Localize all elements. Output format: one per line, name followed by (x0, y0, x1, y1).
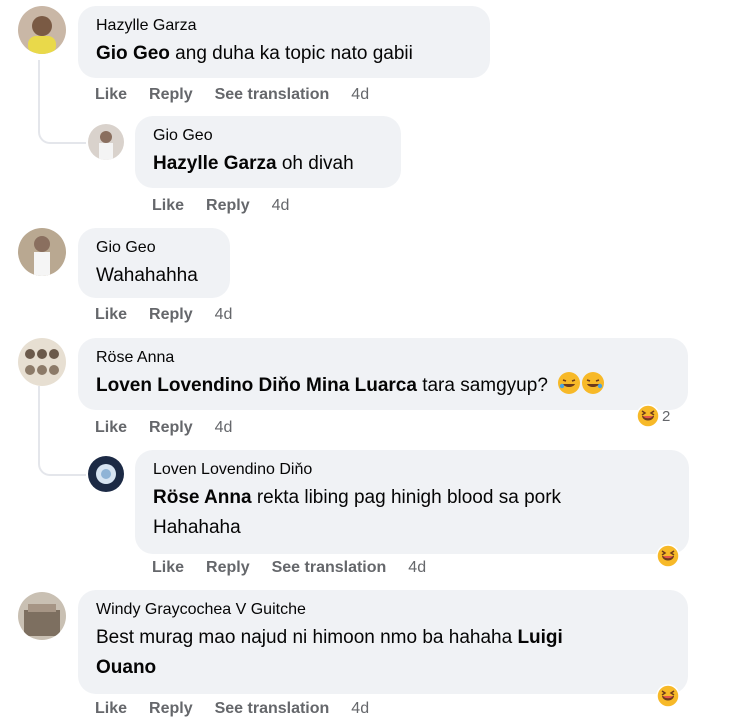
avatar-image (88, 124, 124, 160)
comment-text: Gio Geo ang duha ka topic nato gabii (96, 39, 472, 69)
comment-actions: Like Reply 4d (95, 419, 254, 437)
timestamp[interactable]: 4d (408, 559, 426, 577)
mention-link[interactable]: Ouano (96, 657, 156, 678)
comment-author[interactable]: Windy Graycochea V Guitche (96, 600, 670, 620)
comment-author[interactable]: Hazylle Garza (96, 16, 472, 36)
avatar[interactable] (18, 6, 66, 54)
see-translation-button[interactable]: See translation (215, 700, 330, 718)
comment-text: Best murag mao najud ni himoon nmo ba ha… (96, 623, 670, 653)
avatar[interactable] (18, 228, 66, 276)
haha-emoji-icon (656, 544, 680, 568)
mention-link[interactable]: Hazylle Garza (153, 153, 277, 174)
comment-actions: Like Reply See translation 4d (95, 86, 391, 104)
comment-bubble: Röse Anna Loven Lovendino Diňo Mina Luar… (78, 338, 688, 410)
mention-link[interactable]: Röse Anna (153, 487, 252, 508)
avatar-image (18, 228, 66, 276)
comment-text: Wahahahha (96, 265, 198, 286)
timestamp[interactable]: 4d (215, 419, 233, 437)
avatar[interactable] (18, 592, 66, 640)
comment-text: Röse Anna rekta libing pag hinigh blood … (153, 483, 671, 513)
thread-connector (38, 60, 86, 144)
comment-actions: Like Reply 4d (95, 306, 254, 324)
comment-author[interactable]: Röse Anna (96, 348, 670, 368)
mention-link[interactable]: Loven Lovendino Diňo Mina Luarca (96, 375, 417, 396)
timestamp[interactable]: 4d (272, 197, 290, 215)
like-button[interactable]: Like (95, 86, 127, 104)
like-button[interactable]: Like (152, 559, 184, 577)
avatar-image (18, 338, 66, 386)
comment-text: Loven Lovendino Diňo Mina Luarca tara sa… (96, 371, 670, 401)
comment-body: ang duha ka topic nato gabii (169, 43, 413, 64)
reaction-count: 2 (662, 407, 671, 425)
haha-emoji-icon (636, 404, 660, 428)
rofl-emoji-icon (558, 372, 581, 394)
comment-actions: Like Reply See translation 4d (95, 700, 391, 718)
reply-button[interactable]: Reply (149, 419, 193, 437)
comment-bubble: Windy Graycochea V Guitche Best murag ma… (78, 590, 688, 694)
reaction-summary[interactable]: 2 (636, 404, 670, 428)
timestamp[interactable]: 4d (351, 700, 369, 718)
reaction-summary[interactable] (656, 544, 680, 568)
haha-emoji-icon (656, 684, 680, 708)
comment-author[interactable]: Loven Lovendino Diňo (153, 460, 671, 480)
comment-actions: Like Reply See translation 4d (152, 559, 448, 577)
avatar[interactable] (18, 338, 66, 386)
see-translation-button[interactable]: See translation (272, 559, 387, 577)
comment-bubble: Gio Geo Hazylle Garza oh divah (135, 116, 401, 188)
reply-button[interactable]: Reply (206, 559, 250, 577)
comment-body: rekta libing pag hinigh blood sa pork (251, 487, 562, 508)
comment-bubble: Gio Geo Wahahahha (78, 228, 230, 298)
avatar-image (88, 456, 124, 492)
like-button[interactable]: Like (152, 197, 184, 215)
avatar-image (18, 6, 66, 54)
rofl-emoji-icon (582, 372, 605, 394)
mention-link[interactable]: Gio Geo (96, 43, 170, 64)
reply-button[interactable]: Reply (149, 86, 193, 104)
comment-body: oh divah (276, 153, 354, 174)
comment-text-line2: Hahahaha (153, 517, 241, 538)
comment-text-line2: Ouano (96, 653, 670, 683)
mention-link[interactable]: Luigi (517, 627, 562, 648)
comment-text: Hazylle Garza oh divah (153, 149, 383, 179)
like-button[interactable]: Like (95, 419, 127, 437)
avatar[interactable] (88, 456, 124, 492)
avatar[interactable] (88, 124, 124, 160)
comment-body: Best murag mao najud ni himoon nmo ba ha… (96, 627, 518, 648)
reply-button[interactable]: Reply (206, 197, 250, 215)
reaction-summary[interactable] (656, 684, 680, 708)
reply-button[interactable]: Reply (149, 306, 193, 324)
see-translation-button[interactable]: See translation (215, 86, 330, 104)
comment-bubble: Loven Lovendino Diňo Röse Anna rekta lib… (135, 450, 689, 554)
comment-bubble: Hazylle Garza Gio Geo ang duha ka topic … (78, 6, 490, 78)
timestamp[interactable]: 4d (351, 86, 369, 104)
reply-button[interactable]: Reply (149, 700, 193, 718)
comment-actions: Like Reply 4d (152, 197, 311, 215)
comment-author[interactable]: Gio Geo (96, 238, 212, 258)
comment-body: tara samgyup? (416, 375, 548, 396)
like-button[interactable]: Like (95, 306, 127, 324)
like-button[interactable]: Like (95, 700, 127, 718)
comment-author[interactable]: Gio Geo (153, 126, 383, 146)
timestamp[interactable]: 4d (215, 306, 233, 324)
avatar-image (18, 592, 66, 640)
